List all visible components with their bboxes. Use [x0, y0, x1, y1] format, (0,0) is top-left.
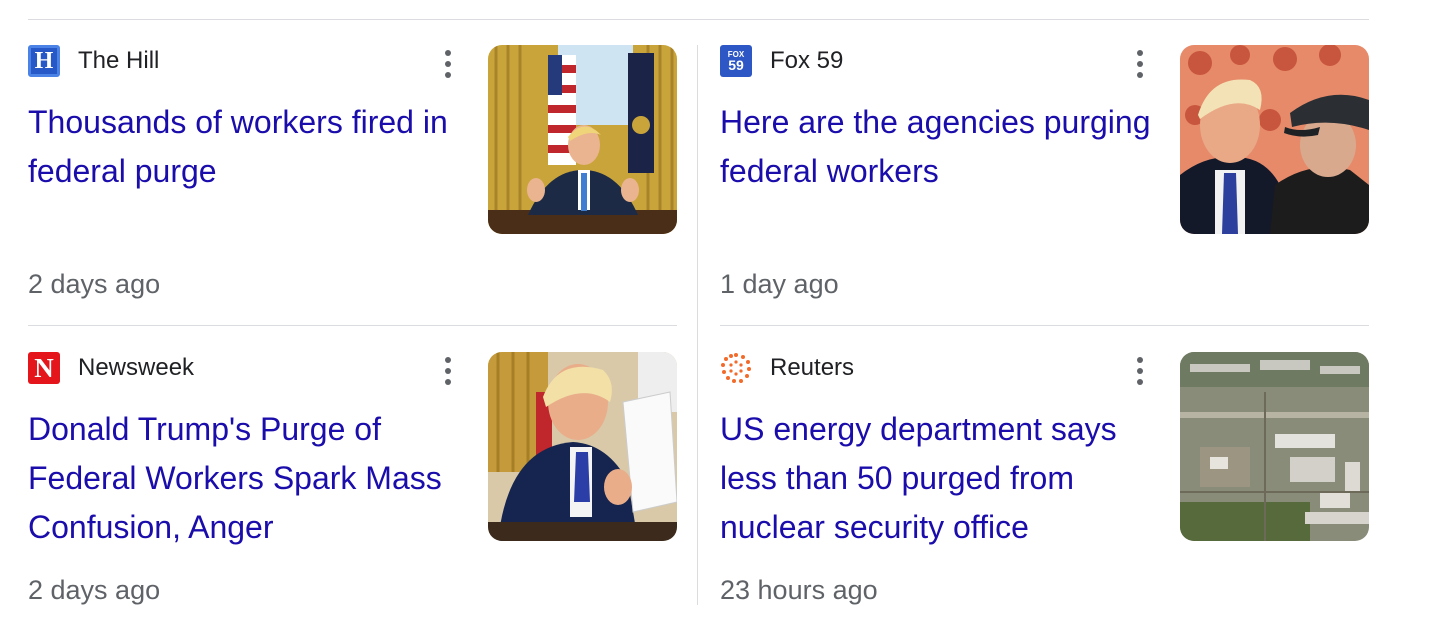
news-source: N Newsweek: [28, 352, 194, 384]
news-card[interactable]: FOX 59 Fox 59 Here are the agencies purg…: [720, 45, 1369, 315]
row-divider-right: [720, 325, 1369, 326]
row-divider-left: [28, 325, 677, 326]
article-timestamp: 2 days ago: [28, 269, 161, 299]
trump-signing-thumbnail[interactable]: [488, 352, 677, 541]
article-timestamp: 1 day ago: [720, 269, 839, 299]
more-options-icon[interactable]: [438, 50, 458, 78]
more-options-icon[interactable]: [438, 357, 458, 385]
news-source: H The Hill: [28, 45, 159, 77]
news-card[interactable]: Reuters US energy department says less t…: [720, 352, 1369, 622]
source-name: Fox 59: [770, 47, 844, 74]
article-timestamp: 23 hours ago: [720, 575, 878, 605]
more-options-icon[interactable]: [1130, 50, 1150, 78]
trump-oval-office-thumbnail[interactable]: [488, 45, 677, 234]
article-title-link[interactable]: US energy department says less than 50 p…: [720, 405, 1160, 552]
news-source: Reuters: [720, 352, 854, 384]
news-card[interactable]: H The Hill Thousands of workers fired in…: [28, 45, 677, 315]
fox59-logo-icon: FOX 59: [720, 45, 752, 77]
article-title-link[interactable]: Thousands of workers fired in federal pu…: [28, 98, 468, 196]
more-options-icon[interactable]: [1130, 357, 1150, 385]
trump-musk-thumbnail[interactable]: [1180, 45, 1369, 234]
news-card[interactable]: N Newsweek Donald Trump's Purge of Feder…: [28, 352, 677, 622]
article-title-link[interactable]: Donald Trump's Purge of Federal Workers …: [28, 405, 468, 552]
top-divider: [28, 19, 1369, 20]
article-timestamp: 2 days ago: [28, 575, 161, 605]
the-hill-logo-icon: H: [28, 45, 60, 77]
source-name: Reuters: [770, 354, 855, 381]
newsweek-logo-icon: N: [28, 352, 60, 384]
article-title-link[interactable]: Here are the agencies purging federal wo…: [720, 98, 1160, 196]
news-source: FOX 59 Fox 59: [720, 45, 843, 77]
source-name: The Hill: [78, 47, 160, 74]
reuters-logo-icon: [720, 352, 752, 384]
column-divider: [697, 45, 698, 605]
nuclear-facility-aerial-thumbnail[interactable]: [1180, 352, 1369, 541]
source-name: Newsweek: [78, 354, 195, 381]
